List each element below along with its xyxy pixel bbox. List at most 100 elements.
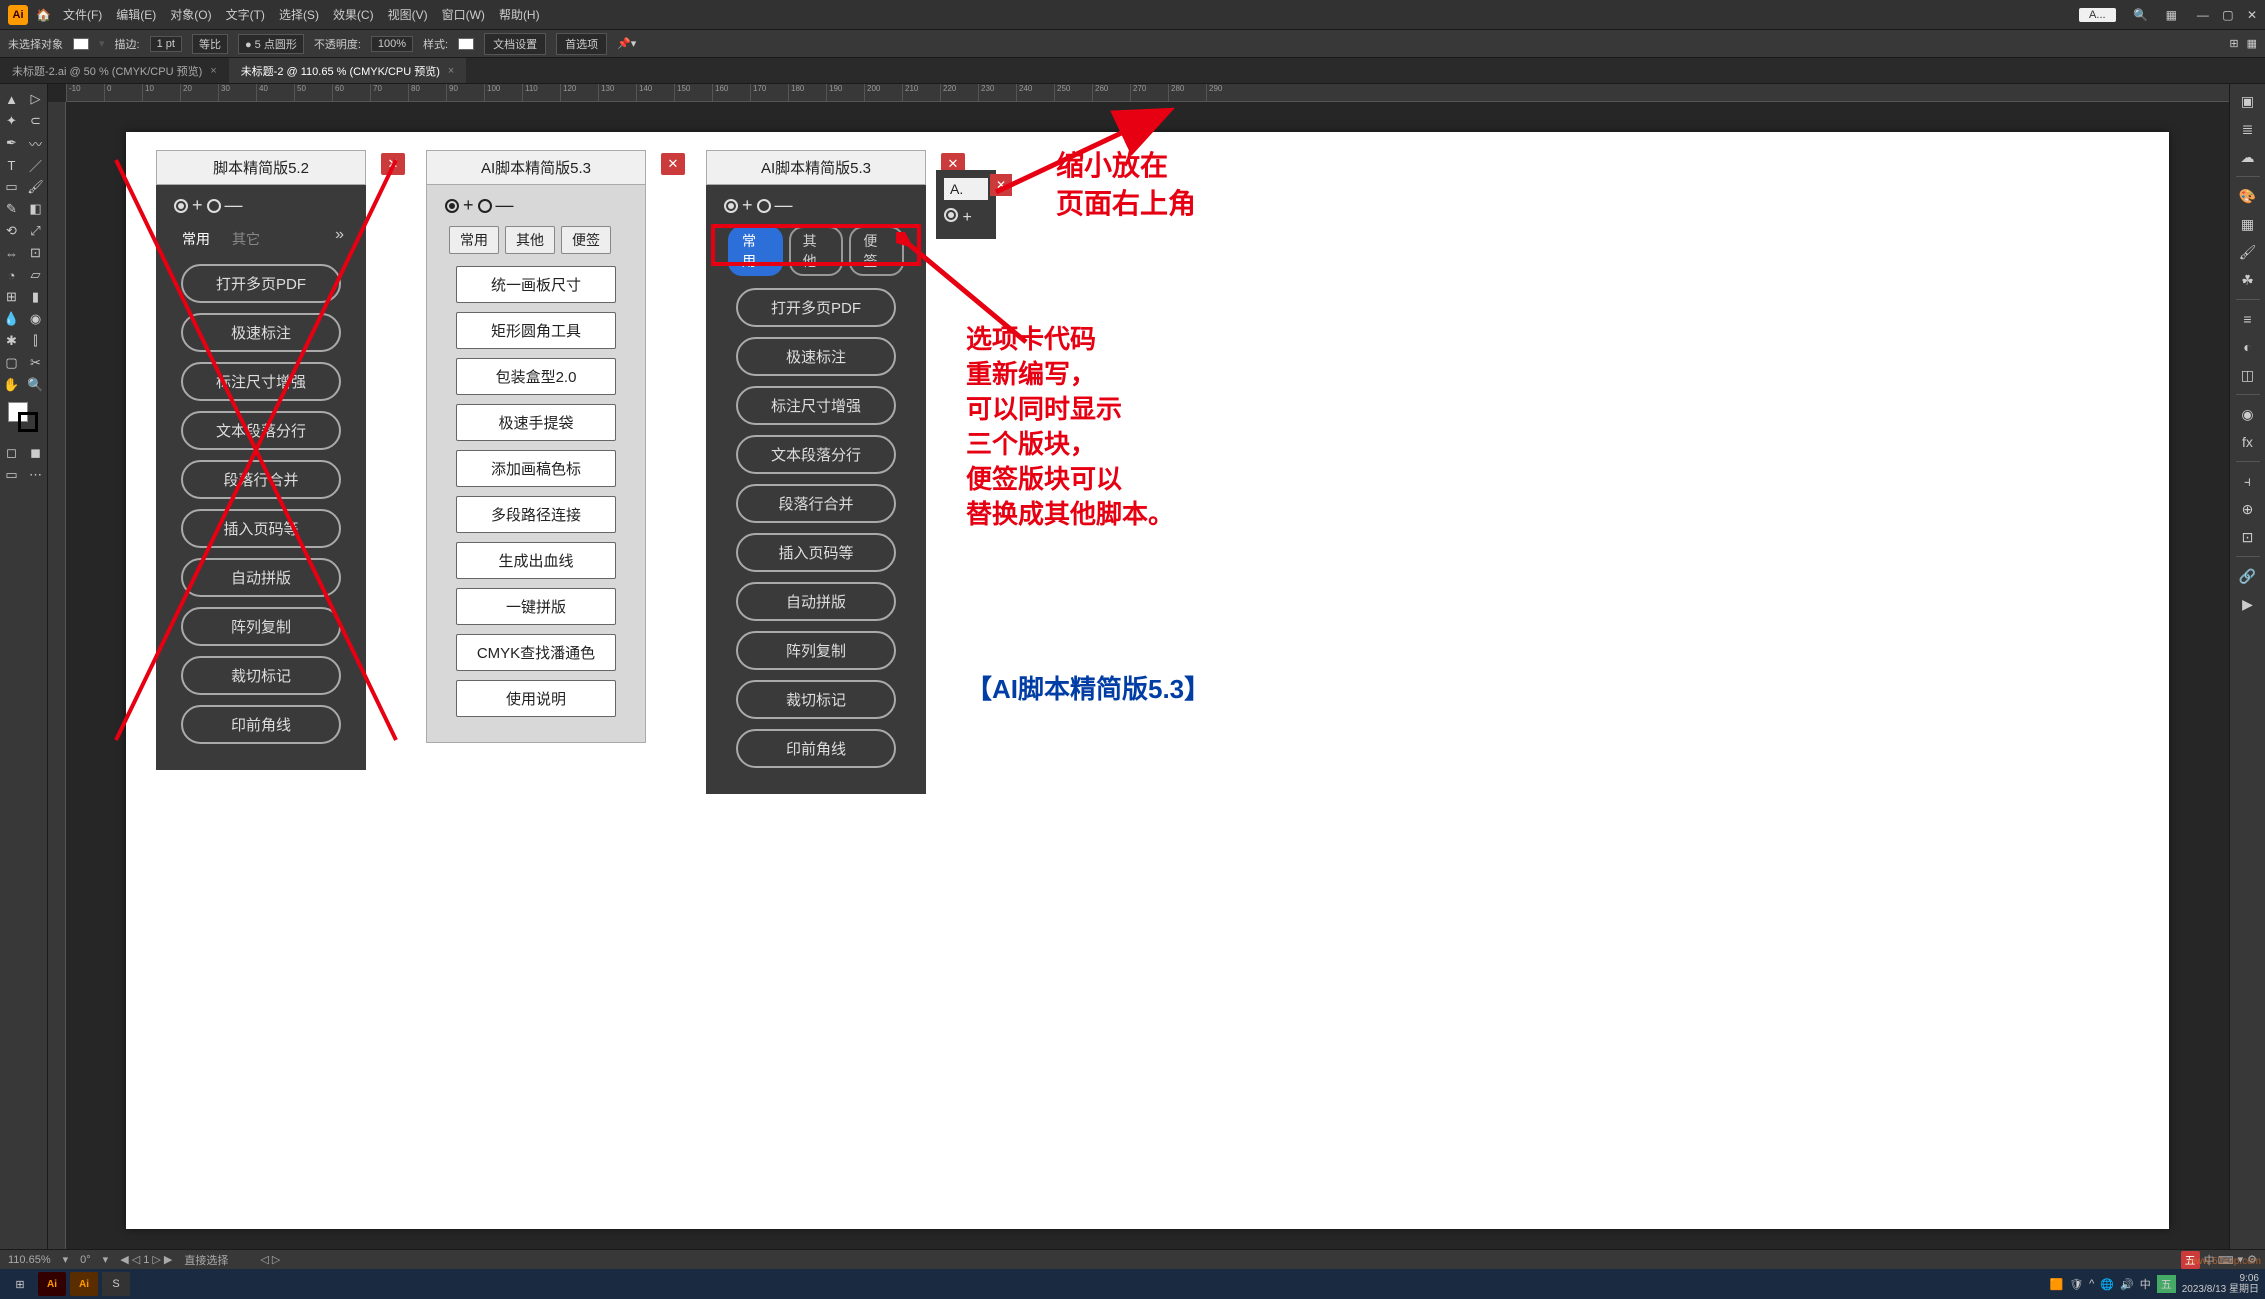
radio-checked-icon[interactable] — [944, 208, 958, 222]
btn-array-copy[interactable]: 阵列复制 — [181, 607, 341, 646]
btn-color-label[interactable]: 添加画稿色标 — [456, 450, 616, 487]
fill-swatch[interactable] — [73, 38, 89, 50]
btn-speed-mark[interactable]: 极速标注 — [181, 313, 341, 352]
type-tool[interactable]: T — [0, 154, 24, 176]
menu-select[interactable]: 选择(S) — [279, 6, 319, 23]
menu-file[interactable]: 文件(F) — [63, 6, 102, 23]
snap-icon[interactable]: ▦ — [2247, 37, 2257, 50]
tray-network-icon[interactable]: 🌐 — [2100, 1278, 2114, 1291]
zoom-level[interactable]: 110.65% — [8, 1254, 51, 1266]
home-icon[interactable]: 🏠 — [36, 8, 51, 22]
menu-object[interactable]: 对象(O) — [170, 6, 211, 23]
tab-common[interactable]: 常用 — [449, 226, 499, 254]
btn-dim-enhance[interactable]: 标注尺寸增强 — [736, 386, 896, 425]
menu-effect[interactable]: 效果(C) — [333, 6, 374, 23]
btn-bleed[interactable]: 生成出血线 — [456, 542, 616, 579]
graphic-styles-icon[interactable]: fx — [2234, 429, 2262, 455]
tab-common[interactable]: 常用 — [178, 226, 214, 252]
btn-open-pdf[interactable]: 打开多页PDF — [736, 288, 896, 327]
symbols-icon[interactable]: ☘ — [2234, 267, 2262, 293]
btn-handbag[interactable]: 极速手提袋 — [456, 404, 616, 441]
gradient-icon[interactable]: ◐ — [2234, 334, 2262, 360]
zoom-tool[interactable]: 🔍 — [24, 374, 48, 396]
radio-icon[interactable] — [757, 199, 771, 213]
btn-unify-artboard[interactable]: 统一画板尺寸 — [456, 266, 616, 303]
tab-common[interactable]: 常用 — [728, 226, 783, 276]
links-icon[interactable]: 🔗 — [2234, 563, 2262, 589]
selection-tool[interactable]: ▲ — [0, 88, 24, 110]
draw-mode-normal[interactable]: ◻ — [0, 442, 24, 464]
magic-wand-tool[interactable]: ✦ — [0, 110, 24, 132]
btn-path-join[interactable]: 多段路径连接 — [456, 496, 616, 533]
btn-page-num[interactable]: 插入页码等 — [736, 533, 896, 572]
btn-prepress[interactable]: 印前角线 — [736, 729, 896, 768]
swatches-icon[interactable]: ▦ — [2234, 211, 2262, 237]
direct-selection-tool[interactable]: ▷ — [24, 88, 48, 110]
start-button[interactable]: ⊞ — [6, 1272, 34, 1296]
menu-type[interactable]: 文字(T) — [226, 6, 265, 23]
rotate-tool[interactable]: ⟲ — [0, 220, 24, 242]
brushes-icon[interactable]: 🖌 — [2234, 239, 2262, 265]
color-icon[interactable]: 🎨 — [2234, 183, 2262, 209]
prefs-button[interactable]: 首选项 — [556, 33, 607, 55]
graph-tool[interactable]: ⫿ — [24, 330, 48, 352]
lasso-tool[interactable]: ⊂ — [24, 110, 48, 132]
artboard-nav[interactable]: ◀ ◁ 1 ▷ ▶ — [120, 1253, 172, 1266]
btn-para-merge[interactable]: 段落行合并 — [736, 484, 896, 523]
btn-para-merge[interactable]: 段落行合并 — [181, 460, 341, 499]
actions-icon[interactable]: ▶ — [2234, 591, 2262, 617]
radio-checked-icon[interactable] — [724, 199, 738, 213]
tray-volume-icon[interactable]: 🔊 — [2120, 1278, 2134, 1291]
uniform-dropdown[interactable]: 等比 — [192, 34, 228, 54]
brush-dropdown[interactable]: ● 5 点圆形 — [238, 34, 304, 54]
btn-array-copy[interactable]: 阵列复制 — [736, 631, 896, 670]
shape-builder-tool[interactable]: ◔ — [0, 264, 24, 286]
paintbrush-tool[interactable]: 🖌 — [24, 176, 48, 198]
radio-checked-icon[interactable] — [445, 199, 459, 213]
close-icon[interactable]: × — [448, 65, 454, 77]
slice-tool[interactable]: ✂ — [24, 352, 48, 374]
appearance-icon[interactable]: ◉ — [2234, 401, 2262, 427]
btn-crop-marks[interactable]: 裁切标记 — [736, 680, 896, 719]
btn-cmyk-pantone[interactable]: CMYK查找潘通色 — [456, 634, 616, 671]
line-tool[interactable]: ／ — [24, 154, 48, 176]
maximize-icon[interactable]: ▢ — [2222, 8, 2233, 22]
stroke-weight-dropdown[interactable]: 1 pt — [150, 36, 182, 52]
radio-icon[interactable] — [207, 199, 221, 213]
btn-speed-mark[interactable]: 极速标注 — [736, 337, 896, 376]
pathfinder-icon[interactable]: ⊕ — [2234, 496, 2262, 522]
tab-other[interactable]: 其他 — [505, 226, 555, 254]
menu-window[interactable]: 窗口(W) — [442, 6, 485, 23]
btn-prepress[interactable]: 印前角线 — [181, 705, 341, 744]
tray-badge-icon[interactable]: 五 — [2157, 1275, 2176, 1293]
transform-icon[interactable]: ⊡ — [2234, 524, 2262, 550]
free-transform-tool[interactable]: ⊡ — [24, 242, 48, 264]
btn-round-rect[interactable]: 矩形圆角工具 — [456, 312, 616, 349]
btn-text-split[interactable]: 文本段落分行 — [736, 435, 896, 474]
radio-checked-icon[interactable] — [174, 199, 188, 213]
screen-mode[interactable]: ▭ — [0, 464, 24, 486]
minimize-icon[interactable]: — — [2197, 8, 2209, 22]
close-icon[interactable]: ✕ — [661, 153, 685, 175]
btn-help[interactable]: 使用说明 — [456, 680, 616, 717]
menu-edit[interactable]: 编辑(E) — [116, 6, 156, 23]
grid-icon[interactable]: ⊞ — [2229, 37, 2238, 50]
btn-crop-marks[interactable]: 裁切标记 — [181, 656, 341, 695]
tab-other[interactable]: 其它 — [220, 226, 272, 252]
close-icon[interactable]: × — [210, 65, 216, 77]
menu-help[interactable]: 帮助(H) — [499, 6, 540, 23]
draw-mode-behind[interactable]: ◼ — [24, 442, 48, 464]
gradient-tool[interactable]: ▮ — [24, 286, 48, 308]
tray-chevron-up-icon[interactable]: ^ — [2089, 1278, 2094, 1290]
transparency-icon[interactable]: ◫ — [2234, 362, 2262, 388]
close-icon[interactable]: ✕ — [381, 153, 405, 175]
btn-dim-enhance[interactable]: 标注尺寸增强 — [181, 362, 341, 401]
rotate-value[interactable]: 0° — [80, 1254, 91, 1266]
btn-auto-impose[interactable]: 自动拼版 — [181, 558, 341, 597]
edit-toolbar[interactable]: ⋯ — [24, 464, 48, 486]
properties-icon[interactable]: ▣ — [2234, 88, 2262, 114]
btn-box-type[interactable]: 包装盒型2.0 — [456, 358, 616, 395]
shaper-tool[interactable]: ✎ — [0, 198, 24, 220]
btn-open-pdf[interactable]: 打开多页PDF — [181, 264, 341, 303]
eyedropper-tool[interactable]: 💧 — [0, 308, 24, 330]
